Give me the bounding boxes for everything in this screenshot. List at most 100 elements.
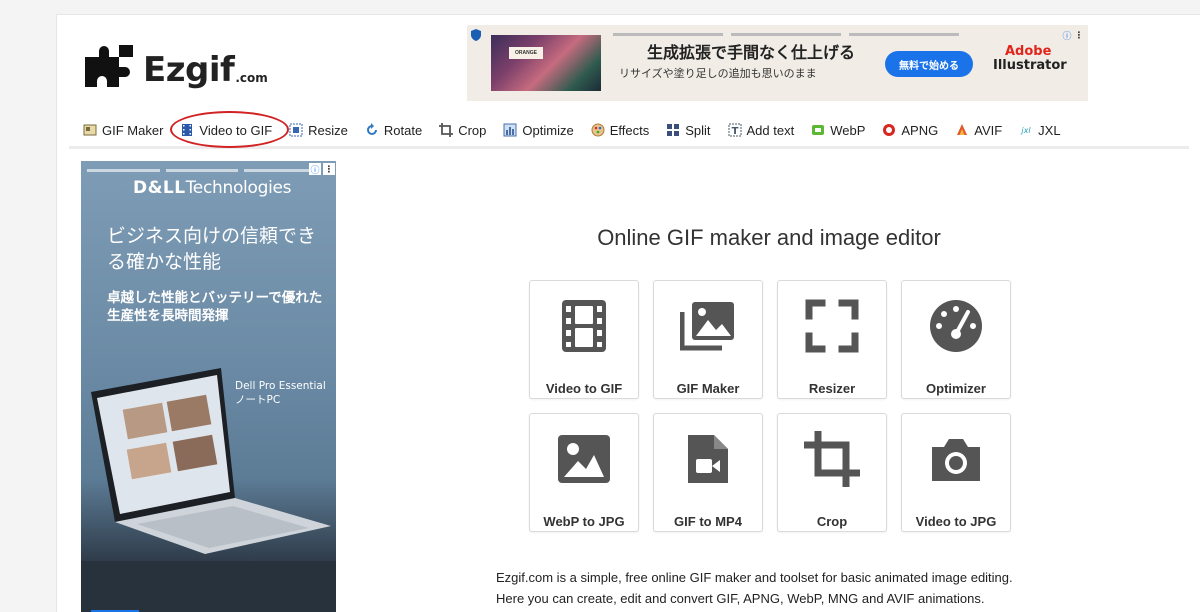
avif-icon [955, 123, 969, 137]
ad-progress-bar [613, 33, 723, 36]
ad-artwork-image [491, 35, 601, 91]
ad-progress-bar [731, 33, 841, 36]
tool-tile-label: Crop [816, 514, 848, 529]
crop-icon [804, 414, 860, 492]
tool-tile-gif-to-mp4[interactable]: GIF to MP4 [653, 413, 763, 532]
description-line: Ezgif.com is a simple, free online GIF m… [496, 570, 1013, 585]
ad-progress-bars [87, 169, 318, 172]
nav-item-video-to-gif[interactable]: Video to GIF [180, 119, 272, 141]
ad-progress-bar [849, 33, 959, 36]
nav-item-label: WebP [830, 122, 866, 138]
nav-item-avif[interactable]: AVIF [955, 119, 1002, 141]
nav-item-resize[interactable]: Resize [289, 119, 348, 141]
nav-item-label: AVIF [974, 122, 1003, 138]
tool-tile-label: GIF to MP4 [674, 514, 742, 529]
tool-tile-label: WebP to JPG [543, 514, 625, 529]
rotate-icon [365, 123, 379, 137]
shield-icon [471, 29, 481, 41]
nav-item-crop[interactable]: Crop [439, 119, 486, 141]
nav-item-label: Resize [308, 122, 348, 138]
film-icon [180, 123, 194, 137]
nav-item-add-text[interactable]: T Add text [728, 119, 795, 141]
optimize-icon [503, 123, 517, 137]
ad-brand-line1: Adobe [1005, 44, 1052, 59]
gauge-icon [928, 281, 984, 359]
ad-subheadline: 卓越した性能とバッテリーで優れた生産性を長時間発揮 [107, 290, 323, 324]
ad-footer [81, 561, 336, 612]
nav-item-gif-maker[interactable]: GIF Maker [83, 119, 163, 141]
ad-artwork-label: ORANGE [509, 47, 543, 59]
nav-item-label: Optimize [522, 122, 574, 138]
nav-item-effects[interactable]: Effects [591, 119, 650, 141]
svg-text:T: T [731, 126, 738, 137]
description-line: Here you can create, edit and convert GI… [496, 591, 985, 606]
ad-menu-icon[interactable]: ⋮ [323, 163, 335, 175]
page-title: Online GIF maker and image editor [597, 225, 941, 250]
tool-tile-label: Video to JPG [915, 514, 997, 529]
tool-tile-resizer[interactable]: Resizer [777, 280, 887, 399]
brand-rest: Technologies [185, 178, 292, 198]
tool-tile-video-to-jpg[interactable]: Video to JPG [901, 413, 1011, 532]
nav-item-split[interactable]: Split [666, 119, 711, 141]
split-icon [666, 123, 680, 137]
main-nav: GIF Maker Video to GIF Resize Rotate Crop Opt… [83, 119, 1078, 141]
crop-icon [439, 123, 454, 137]
nav-item-label: Effects [609, 122, 650, 138]
ad-cta-button[interactable]: 無料で始める [885, 51, 973, 77]
tool-tile-label: Video to GIF [545, 381, 623, 396]
ad-headline: ビジネス向けの信頼できる確かな性能 [107, 225, 317, 273]
image-icon [556, 414, 612, 492]
ad-subtitle: リサイズや塗り足しの追加も思いのまま [619, 67, 817, 80]
logo-suffix: .com [235, 71, 268, 85]
apng-icon [882, 123, 896, 137]
resize-corners-icon [804, 281, 860, 359]
webp-icon [811, 123, 825, 137]
nav-item-label: Crop [458, 122, 487, 138]
tool-tile-gif-maker[interactable]: GIF Maker [653, 280, 763, 399]
nav-item-jxl[interactable]: jxl JXL [1019, 119, 1061, 141]
nav-item-webp[interactable]: WebP [811, 119, 865, 141]
film-icon [556, 281, 612, 359]
gif-maker-icon [83, 123, 97, 137]
brand-bold: D&LL [133, 178, 186, 198]
ad-info-icon[interactable]: ⓘ [309, 163, 321, 175]
jxl-icon: jxl [1019, 123, 1033, 137]
puzzle-logo-icon [85, 45, 133, 87]
tool-tile-optimizer[interactable]: Optimizer [901, 280, 1011, 399]
logo-text: Ezgif [143, 50, 235, 90]
nav-item-label: JXL [1038, 122, 1061, 138]
tool-grid: Video to GIF GIF Maker Resizer Optimizer Web… [529, 280, 1011, 532]
nav-item-apng[interactable]: APNG [882, 119, 938, 141]
nav-item-label: Rotate [383, 122, 423, 138]
tool-tile-webp-to-jpg[interactable]: WebP to JPG [529, 413, 639, 532]
dell-brand: D&LLTechnologies [133, 178, 292, 198]
tool-tile-label: Resizer [808, 381, 856, 396]
effects-icon [591, 123, 605, 137]
nav-item-label: Add text [746, 122, 795, 138]
adobe-illustrator-brand: Adobe Illustrator [993, 45, 1067, 73]
resize-icon [289, 123, 303, 137]
ad-title: 生成拡張で手間なく仕上げる [647, 43, 856, 62]
ad-model-text: Dell Pro Essential ノートPC [235, 380, 326, 406]
tool-tile-video-to-gif[interactable]: Video to GIF [529, 280, 639, 399]
ad-menu-icon[interactable]: ⋮ [1073, 29, 1085, 41]
nav-item-label: APNG [901, 122, 939, 138]
nav-item-label: Split [685, 122, 711, 138]
nav-item-label: GIF Maker [102, 122, 164, 138]
tool-tile-label: Optimizer [926, 381, 986, 396]
ad-brand-line2: Illustrator [993, 58, 1067, 73]
ad-info-icon[interactable]: ⓘ [1061, 29, 1073, 41]
nav-item-optimize[interactable]: Optimize [503, 119, 574, 141]
nav-item-rotate[interactable]: Rotate [365, 119, 422, 141]
top-banner-ad[interactable]: ORANGE 生成拡張で手間なく仕上げる リサイズや塗り足しの追加も思いのまま … [467, 25, 1088, 101]
images-icon [679, 281, 736, 359]
svg-text:jxl: jxl [1021, 126, 1032, 135]
site-description: Ezgif.com is a simple, free online GIF m… [496, 567, 1056, 609]
camera-icon [928, 414, 984, 492]
tool-tile-label: GIF Maker [676, 381, 740, 396]
nav-item-label: Video to GIF [199, 122, 273, 138]
tool-tile-crop[interactable]: Crop [777, 413, 887, 532]
side-banner-ad[interactable]: ⓘ ⋮ D&LLTechnologies ビジネス向けの信頼できる確かな性能 卓… [81, 161, 336, 612]
video-file-icon [680, 414, 736, 492]
site-logo[interactable]: Ezgif .com [83, 43, 268, 87]
